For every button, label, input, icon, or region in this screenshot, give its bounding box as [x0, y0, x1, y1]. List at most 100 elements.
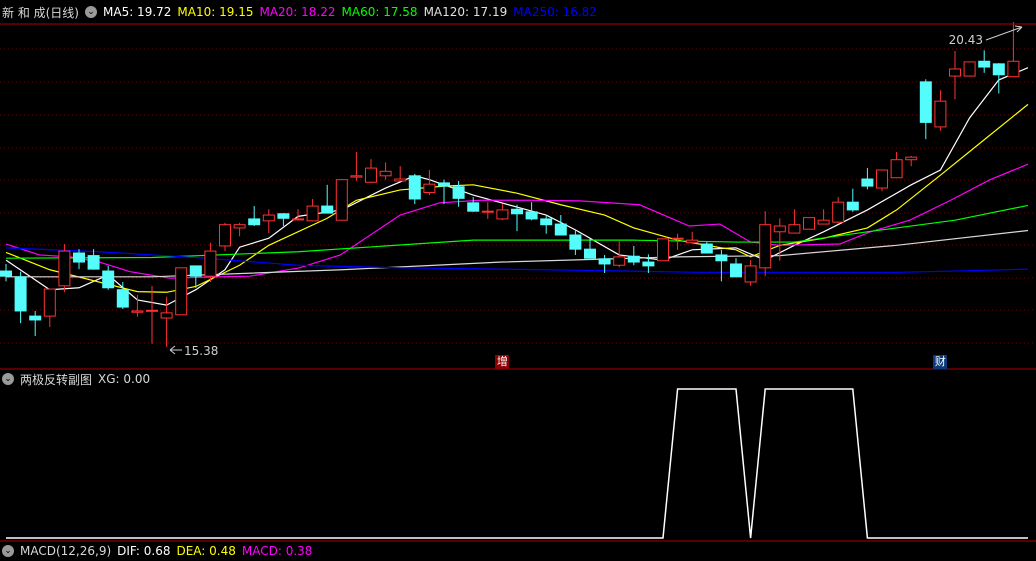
candle-body: [189, 265, 202, 277]
candle-body: [204, 250, 217, 277]
candle-body: [116, 289, 129, 308]
candle-body: [408, 175, 421, 200]
candle: [350, 151, 363, 181]
candle: [423, 170, 436, 196]
candle-body: [58, 250, 71, 287]
xg-signal-line: [6, 388, 1028, 539]
candle-body: [292, 218, 304, 221]
candle-body: [262, 214, 275, 222]
candle: [540, 215, 553, 234]
candle: [890, 151, 903, 179]
candle: [671, 233, 684, 250]
candle-body: [540, 218, 553, 226]
candle: [832, 197, 845, 225]
candle: [29, 310, 42, 337]
ma250-value: MA250: 16.82: [513, 5, 597, 19]
candle-body: [919, 81, 932, 123]
candle-body: [306, 205, 319, 222]
candle: [569, 229, 582, 255]
candle-body: [438, 182, 450, 187]
candle-body: [350, 175, 363, 178]
candle-body: [978, 60, 991, 68]
candle: [963, 61, 976, 77]
candle-body: [788, 224, 801, 234]
event-marker-zeng[interactable]: 增: [495, 355, 510, 369]
ma5-value: MA5: 19.72: [103, 5, 172, 19]
ma120-value: MA120: 17.19: [423, 5, 508, 19]
candle-body: [715, 254, 728, 262]
moving-average-lines: [5, 67, 1029, 306]
candle-body: [365, 167, 377, 183]
candle-body: [744, 265, 757, 283]
candle: [306, 198, 319, 222]
candle: [438, 179, 450, 205]
candle-body: [233, 224, 246, 229]
candle-body: [671, 237, 684, 240]
candle: [102, 265, 115, 290]
candle: [934, 90, 947, 131]
candle-body: [759, 224, 772, 269]
candle: [730, 258, 742, 278]
candle: [759, 211, 772, 277]
dif-value: DIF: 0.68: [117, 544, 171, 558]
candle: [43, 288, 56, 328]
candle: [861, 168, 874, 190]
candle: [233, 222, 246, 237]
macd-header: ⌄ MACD(12,26,9) DIF: 0.68 DEA: 0.48 MACD…: [2, 541, 318, 561]
candle: [335, 179, 348, 221]
candle-body: [248, 218, 261, 226]
chevron-down-icon[interactable]: ⌄: [2, 545, 14, 557]
candle: [876, 169, 888, 192]
indicator-title: 两极反转副图: [20, 372, 93, 387]
candle: [613, 240, 626, 268]
event-marker-cai[interactable]: 财: [933, 355, 948, 369]
candle: [58, 244, 71, 293]
candle-body: [146, 309, 158, 312]
candle-body: [554, 223, 567, 236]
candle-body: [876, 169, 888, 189]
macd-title: MACD(12,26,9): [20, 544, 112, 558]
candle-body: [642, 261, 655, 267]
candle: [700, 242, 713, 254]
candle: [627, 245, 640, 266]
candle-body: [817, 219, 830, 225]
candle-body: [379, 170, 392, 177]
candle-body: [219, 224, 231, 247]
candle: [846, 188, 859, 212]
candle-body: [511, 208, 523, 215]
candle: [14, 271, 27, 324]
main-chart-header: 新 和 成(日线) ⌄ MA5: 19.72 MA10: 19.15 MA20:…: [2, 2, 603, 22]
candle: [116, 281, 129, 310]
xg-value: XG: 0.00: [98, 372, 151, 386]
arrow-icon: [169, 345, 182, 355]
candle-body: [43, 288, 56, 317]
high-price-annotation: 20.43: [949, 25, 1023, 47]
candle: [175, 267, 188, 316]
candle-body: [949, 68, 961, 77]
candle: [686, 231, 699, 244]
candle-body: [102, 270, 115, 289]
low-price-annotation: 15.38: [169, 344, 218, 358]
candle: [905, 155, 918, 167]
candle-body: [481, 210, 494, 213]
candle-body: [335, 179, 348, 221]
candle: [744, 260, 757, 286]
xg-indicator-line: [6, 388, 1028, 539]
candle-body: [467, 202, 480, 212]
candle-body: [890, 159, 903, 179]
ma10-line: [5, 103, 1029, 293]
stock-title: 新 和 成(日线): [2, 5, 79, 20]
candle-body: [131, 310, 144, 313]
candle-body: [700, 243, 713, 254]
candle: [657, 238, 669, 262]
candle: [788, 209, 801, 234]
chevron-down-icon[interactable]: ⌄: [85, 6, 97, 18]
chevron-down-icon[interactable]: ⌄: [2, 373, 14, 385]
candle-body: [87, 255, 100, 270]
candle-body: [525, 211, 538, 220]
candle-body: [496, 209, 509, 220]
kline-chart[interactable]: 20.43 15.38: [0, 0, 1036, 548]
price-grid: [0, 48, 1036, 344]
candle: [146, 285, 158, 344]
candle: [204, 242, 217, 282]
